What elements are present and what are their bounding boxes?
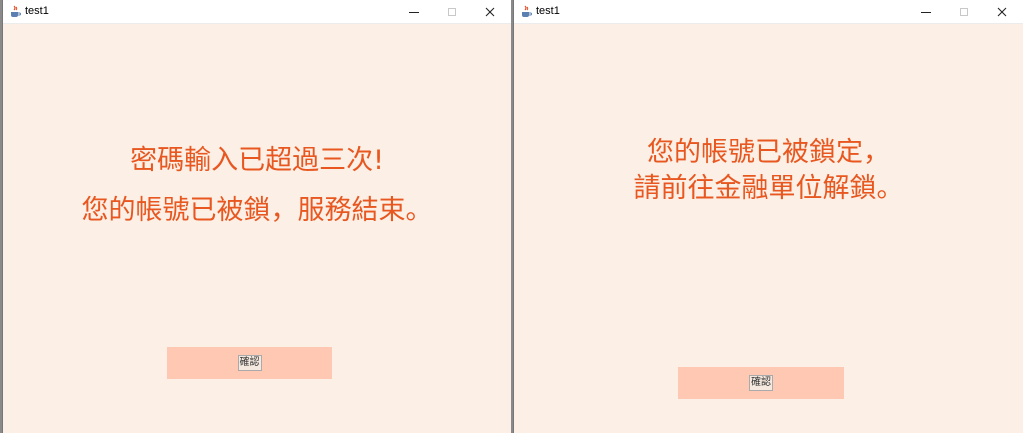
confirm-button[interactable]: 確認 bbox=[749, 375, 773, 391]
close-button[interactable] bbox=[473, 0, 507, 23]
message-line-1: 密碼輸入已超過三次! bbox=[130, 145, 384, 176]
dialog-window-right: test1 您的帳號已被鎖定， 請前往金融單位解鎖。 確認 bbox=[513, 0, 1023, 433]
message-line-2: 請前往金融單位解鎖。 bbox=[633, 173, 904, 204]
message-line-2: 您的帳號已被鎖，服務結束。 bbox=[81, 195, 433, 226]
maximize-button[interactable] bbox=[435, 0, 469, 23]
minimize-button[interactable] bbox=[909, 0, 943, 23]
minimize-icon bbox=[921, 11, 931, 13]
window-title: test1 bbox=[536, 5, 560, 17]
message-line-1: 您的帳號已被鎖定， bbox=[647, 137, 890, 168]
window-title: test1 bbox=[25, 5, 49, 17]
close-icon bbox=[485, 7, 495, 16]
minimize-icon bbox=[409, 11, 419, 13]
maximize-icon bbox=[960, 7, 968, 16]
confirm-panel[interactable]: 確認 bbox=[167, 347, 332, 379]
java-cup-icon bbox=[8, 4, 22, 18]
confirm-button[interactable]: 確認 bbox=[237, 355, 262, 371]
title-bar[interactable]: test1 bbox=[3, 0, 511, 24]
maximize-icon bbox=[448, 7, 456, 16]
title-bar[interactable]: test1 bbox=[514, 0, 1023, 24]
maximize-button[interactable] bbox=[947, 0, 981, 23]
dialog-window-left: test1 密碼輸入已超過三次! 您的帳號已被鎖，服務結束。 確認 bbox=[2, 0, 511, 433]
java-cup-icon bbox=[519, 4, 533, 18]
close-button[interactable] bbox=[985, 0, 1019, 23]
minimize-button[interactable] bbox=[397, 0, 431, 23]
confirm-panel[interactable]: 確認 bbox=[678, 367, 844, 399]
close-icon bbox=[997, 7, 1007, 16]
